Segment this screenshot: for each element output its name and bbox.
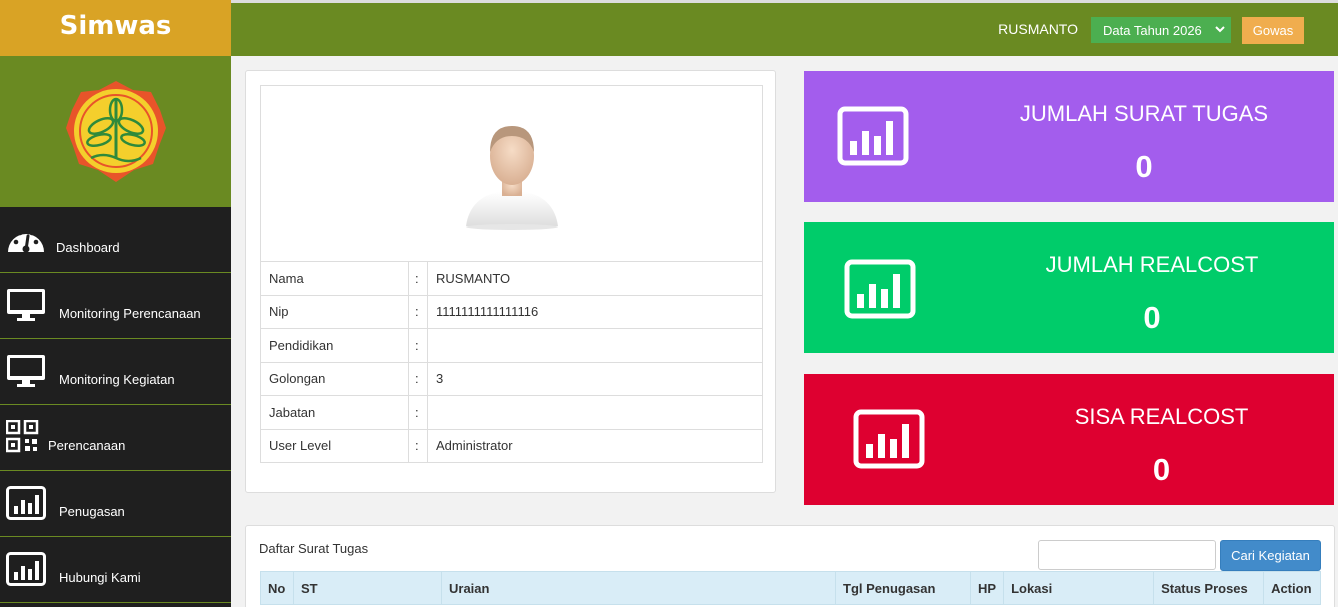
stat-card-title: JUMLAH REALCOST (1045, 252, 1259, 277)
profile-separator: : (408, 395, 428, 430)
dashboard-gauge-icon (8, 230, 44, 253)
sidebar-item-monitoring-perencanaan[interactable]: Monitoring Perencanaan (0, 273, 231, 339)
sidebar-item-label: Perencanaan (48, 438, 126, 453)
monitor-icon (7, 289, 45, 321)
logo-area (0, 56, 231, 207)
ministry-logo-icon (65, 80, 166, 182)
surat-tugas-table: No ST Uraian Tgl Penugasan HP Lokasi Sta… (260, 571, 1321, 605)
table-header-row: No ST Uraian Tgl Penugasan HP Lokasi Sta… (260, 571, 1321, 605)
bar-chart-icon (6, 552, 46, 586)
search-input[interactable] (1038, 540, 1216, 570)
user-avatar-icon (465, 125, 558, 230)
column-header[interactable]: HP (969, 571, 1005, 605)
stat-card-sisa-realcost[interactable]: SISA REALCOST 0 (804, 374, 1334, 505)
table-row: Golongan : 3 (260, 361, 763, 396)
profile-label: Nama (260, 261, 409, 296)
sidebar-item-label: Hubungi Kami (59, 570, 141, 585)
sidebar-item-dashboard[interactable]: Dashboard (0, 207, 231, 273)
qr-code-icon (6, 420, 39, 453)
profile-value: 3 (427, 361, 763, 396)
panel-title: Daftar Surat Tugas (259, 541, 369, 556)
sidebar-item-label: Monitoring Perencanaan (59, 306, 201, 321)
profile-separator: : (408, 428, 428, 463)
bar-chart-icon (837, 106, 909, 166)
profile-label: Golongan (260, 361, 409, 396)
stat-card-title: SISA REALCOST (1074, 404, 1249, 429)
profile-separator: : (408, 294, 428, 329)
bar-chart-icon (853, 409, 925, 469)
stat-card-value: 0 (1135, 149, 1153, 184)
table-row: Pendidikan : (260, 328, 763, 363)
table-row: Nama : RUSMANTO (260, 261, 763, 296)
column-header[interactable]: Tgl Penugasan (835, 571, 971, 605)
profile-value (427, 328, 763, 363)
profile-panel: Nama : RUSMANTO Nip : 1111111111111116 P… (245, 70, 776, 493)
table-row: User Level : Administrator (260, 428, 763, 463)
profile-value: 1111111111111116 (427, 294, 763, 329)
column-header[interactable]: Status Proses (1153, 571, 1265, 605)
monitor-icon (7, 355, 45, 387)
stat-card-value: 0 (1143, 300, 1161, 335)
profile-label: Jabatan (260, 395, 409, 430)
column-header[interactable]: Action (1263, 571, 1321, 605)
gowas-button[interactable]: Gowas (1242, 17, 1304, 44)
profile-info-table: Nama : RUSMANTO Nip : 1111111111111116 P… (260, 261, 763, 463)
stat-card-jumlah-surat-tugas[interactable]: JUMLAH SURAT TUGAS 0 (804, 71, 1334, 202)
profile-label: User Level (260, 428, 409, 463)
column-header[interactable]: ST (293, 571, 442, 605)
stat-card-value: 0 (1152, 452, 1171, 487)
profile-separator: : (408, 261, 428, 296)
sidebar: Simwas Dashboard Monitoring Perencanaan … (0, 0, 231, 607)
profile-value: Administrator (427, 428, 763, 463)
profile-label: Pendidikan (260, 328, 409, 363)
profile-label: Nip (260, 294, 409, 329)
sidebar-item-monitoring-kegiatan[interactable]: Monitoring Kegiatan (0, 339, 231, 405)
column-header[interactable]: Lokasi (1003, 571, 1155, 605)
sidebar-item-label: Dashboard (56, 240, 120, 255)
cari-kegiatan-button[interactable]: Cari Kegiatan (1220, 540, 1321, 571)
bar-chart-icon (844, 259, 916, 319)
sidebar-item-hubungi-kami[interactable]: Hubungi Kami (0, 537, 231, 603)
year-select-value: Data Tahun 2026 (1103, 22, 1202, 38)
table-row: Jabatan : (260, 395, 763, 430)
stat-card-jumlah-realcost[interactable]: JUMLAH REALCOST 0 (804, 222, 1334, 353)
profile-value (427, 395, 763, 430)
profile-separator: : (408, 361, 428, 396)
sidebar-menu: Dashboard Monitoring Perencanaan Monitor… (0, 207, 231, 603)
sidebar-item-penugasan[interactable]: Penugasan (0, 471, 231, 537)
sidebar-item-label: Penugasan (59, 504, 125, 519)
table-row: Nip : 1111111111111116 (260, 294, 763, 329)
bar-chart-icon (6, 486, 46, 520)
sidebar-item-perencanaan[interactable]: Perencanaan (0, 405, 231, 471)
username-label[interactable]: RUSMANTO (998, 21, 1078, 37)
stat-card-title: JUMLAH SURAT TUGAS (1019, 101, 1269, 126)
avatar-box (260, 85, 763, 261)
sidebar-item-label: Monitoring Kegiatan (59, 372, 175, 387)
brand-title[interactable]: Simwas (0, 0, 231, 56)
chevron-down-icon (1215, 26, 1225, 33)
column-header[interactable]: Uraian (441, 571, 836, 605)
surat-tugas-panel: Daftar Surat Tugas Cari Kegiatan No ST U… (245, 525, 1335, 607)
column-header[interactable]: No (260, 571, 294, 605)
profile-value: RUSMANTO (427, 261, 763, 296)
year-select[interactable]: Data Tahun 2026 (1091, 17, 1231, 43)
profile-separator: : (408, 328, 428, 363)
topbar: RUSMANTO Data Tahun 2026 Gowas (231, 0, 1338, 56)
